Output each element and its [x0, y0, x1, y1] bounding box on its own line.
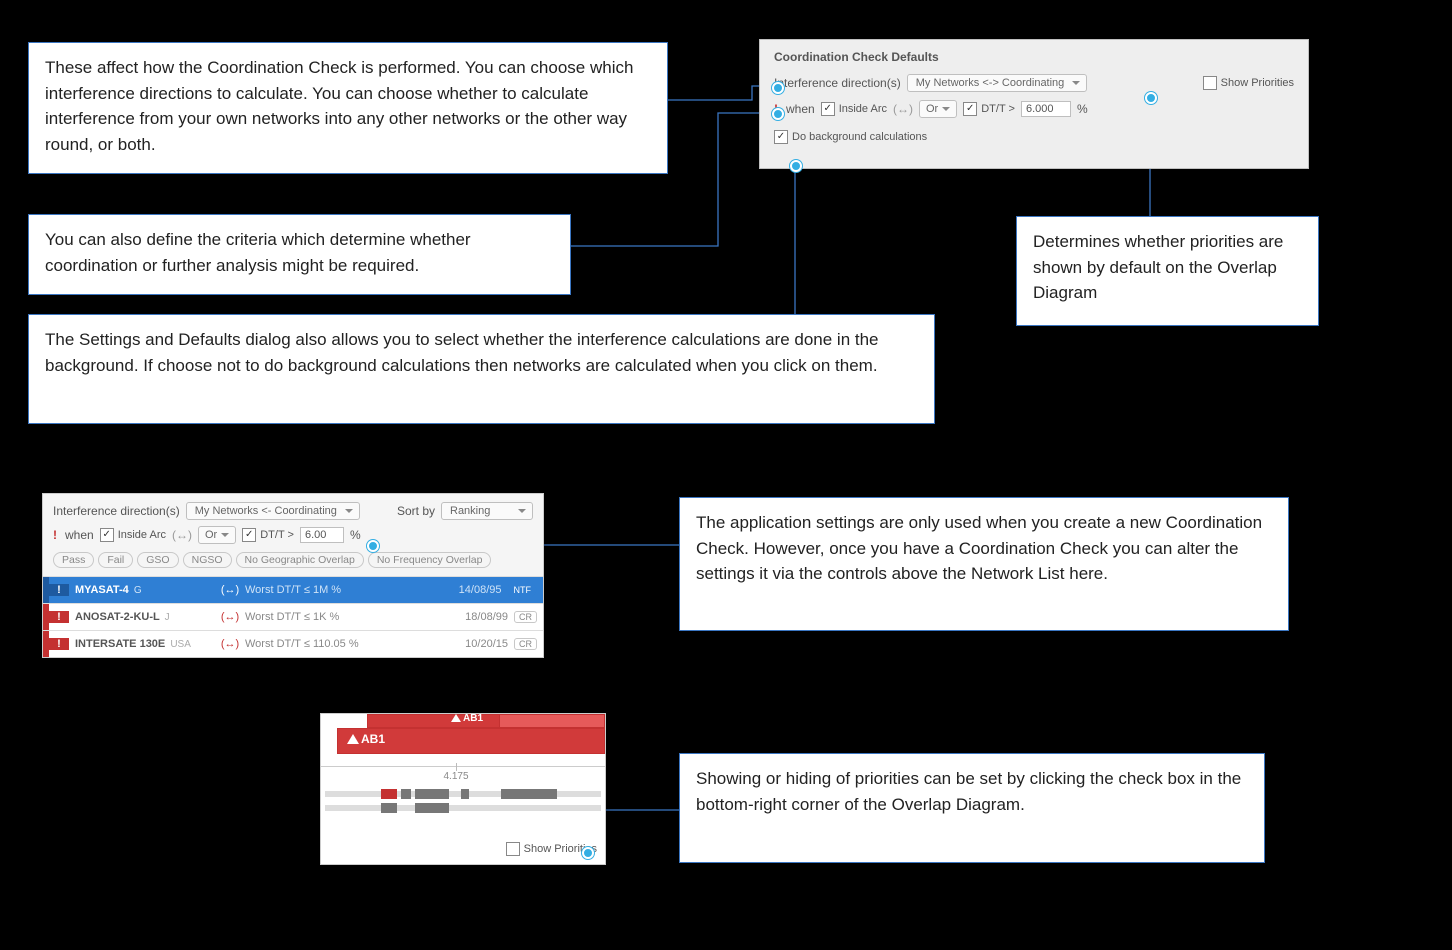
background-calc-label: Do background calculations — [792, 131, 927, 143]
marker-icon — [790, 160, 802, 172]
axis-tick-label: 4.175 — [443, 771, 468, 782]
filter-pill[interactable]: Fail — [98, 552, 133, 568]
marker-icon — [772, 82, 784, 94]
when-label: when — [65, 528, 94, 542]
network-name: MYASAT-4 G — [69, 584, 215, 596]
marker-icon — [582, 847, 594, 859]
direction-icon: (↔) — [215, 638, 245, 650]
callout-criteria: You can also define the criteria which d… — [28, 214, 571, 295]
row-date: 10/20/15 — [448, 638, 508, 650]
table-row[interactable]: !MYASAT-4 G(↔)Worst DT/T ≤ 1M %14/08/95 N… — [43, 576, 543, 603]
row-date: 18/08/99 — [448, 611, 508, 623]
direction-icon: (↔) — [215, 584, 245, 596]
filter-pill[interactable]: NGSO — [183, 552, 232, 568]
marker-icon — [367, 540, 379, 552]
filter-pill[interactable]: No Geographic Overlap — [236, 552, 364, 568]
background-calc-checkbox[interactable]: ✓Do background calculations — [774, 130, 927, 144]
filter-pill[interactable]: GSO — [137, 552, 178, 568]
logic-select[interactable]: Or — [919, 100, 957, 118]
defaults-panel: Coordination Check Defaults Interference… — [759, 39, 1309, 169]
callout-per-check-settings: The application settings are only used w… — [679, 497, 1289, 631]
marker-icon — [1145, 92, 1157, 104]
worst-value: Worst DT/T ≤ 1K % — [245, 611, 448, 623]
show-priorities-checkbox[interactable]: Show Priorities — [1203, 76, 1294, 90]
sort-select[interactable]: Ranking — [441, 502, 533, 520]
percent-label: % — [350, 528, 361, 542]
row-date: 14/08/95 — [442, 584, 502, 596]
network-name: INTERSATE 130E USA — [69, 638, 215, 650]
filter-pills: PassFailGSO NGSONo Geographic OverlapNo F… — [43, 550, 543, 576]
dtt-label: DT/T > — [981, 103, 1015, 115]
network-name: ANOSAT-2-KU-L J — [69, 611, 215, 623]
defaults-title: Coordination Check Defaults — [760, 40, 1308, 70]
row-tag: NTF — [508, 583, 538, 597]
direction-select[interactable]: My Networks <- Coordinating — [186, 502, 360, 520]
worst-value: Worst DT/T ≤ 110.05 % — [245, 638, 448, 650]
callout-overlap-checkbox: Showing or hiding of priorities can be s… — [679, 753, 1265, 863]
dtt-input[interactable]: 6.00 — [300, 527, 344, 543]
direction-select[interactable]: My Networks <-> Coordinating — [907, 74, 1088, 92]
inside-arc-checkbox[interactable]: ✓Inside Arc — [100, 528, 166, 542]
network-list: !MYASAT-4 G(↔)Worst DT/T ≤ 1M %14/08/95N… — [43, 576, 543, 657]
percent-label: % — [1077, 102, 1088, 116]
alert-icon: ! — [49, 584, 69, 596]
filter-pill[interactable]: Pass — [53, 552, 94, 568]
dtt-checkbox[interactable]: ✓DT/T > — [242, 528, 294, 542]
direction-label: Interference direction(s) — [53, 504, 180, 518]
marker-icon — [772, 108, 784, 120]
dtt-label: DT/T > — [260, 529, 294, 541]
row-tag: CR — [514, 638, 537, 650]
alert-icon: ! — [53, 528, 57, 542]
inside-arc-checkbox[interactable]: ✓Inside Arc — [821, 102, 887, 116]
filter-pill[interactable]: No Frequency Overlap — [368, 552, 492, 568]
logic-select[interactable]: Or — [198, 526, 236, 544]
inside-arc-label: Inside Arc — [118, 529, 166, 541]
when-label: when — [786, 102, 815, 116]
network-list-panel: Interference direction(s) My Networks <-… — [42, 493, 544, 658]
swap-icon: (↔) — [172, 528, 192, 542]
table-row[interactable]: !ANOSAT-2-KU-L J(↔)Worst DT/T ≤ 1K %18/0… — [43, 603, 543, 630]
ab1-label-small: AB1 — [451, 713, 483, 724]
table-row[interactable]: !INTERSATE 130E USA(↔)Worst DT/T ≤ 110.0… — [43, 630, 543, 657]
sort-label: Sort by — [397, 504, 435, 518]
swap-icon: (↔) — [893, 102, 913, 116]
overlap-diagram: AB1 AB1 4.175 Show Priorities — [320, 713, 606, 865]
dtt-checkbox[interactable]: ✓DT/T > — [963, 102, 1015, 116]
show-priorities-label: Show Priorities — [1221, 77, 1294, 89]
ab1-label: AB1 — [347, 732, 385, 746]
direction-icon: (↔) — [215, 611, 245, 623]
direction-label: Interference direction(s) — [774, 76, 901, 90]
row-tag: CR — [514, 611, 537, 623]
alert-icon: ! — [49, 611, 69, 623]
dtt-input[interactable]: 6.000 — [1021, 101, 1071, 117]
callout-show-priorities: Determines whether priorities are shown … — [1016, 216, 1319, 326]
inside-arc-label: Inside Arc — [839, 103, 887, 115]
alert-icon: ! — [49, 638, 69, 650]
worst-value: Worst DT/T ≤ 1M % — [245, 584, 442, 596]
callout-directions: These affect how the Coordination Check … — [28, 42, 668, 174]
callout-background: The Settings and Defaults dialog also al… — [28, 314, 935, 424]
